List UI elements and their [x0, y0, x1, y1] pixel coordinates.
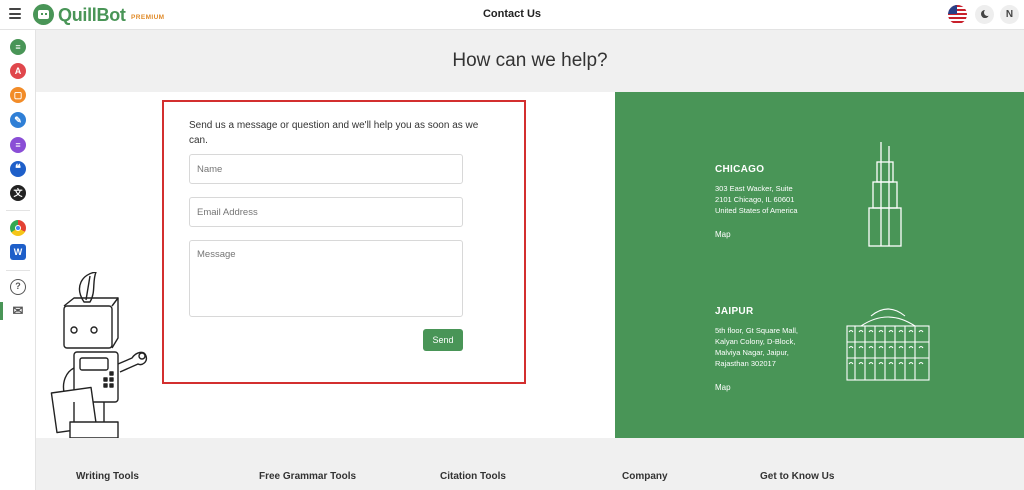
word-addin-icon[interactable]: W [10, 244, 26, 260]
chrome-extension-icon[interactable] [10, 220, 26, 236]
moon-icon [981, 9, 991, 18]
contact-mail-icon[interactable]: ✉ [10, 303, 26, 319]
email-input[interactable] [189, 197, 463, 227]
footer: Writing Tools Free Grammar Tools Citatio… [36, 438, 1024, 490]
chicago-tower-icon [868, 142, 902, 247]
address-line: 5th floor, Gt Square Mall, [715, 326, 798, 335]
offices-panel: CHICAGO 303 East Wacker, Suite 2101 Chic… [615, 92, 1024, 438]
footer-writing-tools[interactable]: Writing Tools [76, 471, 139, 482]
footer-citation-tools[interactable]: Citation Tools [440, 471, 506, 482]
paraphraser-icon[interactable]: ≡ [10, 39, 26, 55]
address-line: 303 East Wacker, Suite [715, 184, 793, 193]
co-writer-icon[interactable]: ✎ [10, 112, 26, 128]
us-flag-language-icon[interactable] [948, 5, 967, 24]
address-line: 2101 Chicago, IL 60601 [715, 195, 795, 204]
office-chicago: CHICAGO 303 East Wacker, Suite 2101 Chic… [715, 164, 815, 239]
citation-generator-icon[interactable]: ❝ [10, 161, 26, 177]
office-city: JAIPUR [715, 306, 754, 317]
office-jaipur: JAIPUR 5th floor, Gt Square Mall, Kalyan… [715, 306, 815, 392]
sidebar-active-indicator [0, 302, 3, 320]
office-address: 303 East Wacker, Suite 2101 Chicago, IL … [715, 183, 815, 216]
send-button[interactable]: Send [423, 329, 463, 351]
contact-form-highlight: Send us a message or question and we'll … [162, 100, 526, 384]
chicago-map-link[interactable]: Map [715, 230, 815, 239]
address-line: Rajasthan 302017 [715, 359, 776, 368]
robot-mascot-illustration [50, 272, 148, 438]
sidebar-divider [6, 270, 30, 271]
hawa-mahal-icon [846, 308, 930, 381]
hero-title: How can we help? [452, 50, 608, 71]
contact-form-panel: Send us a message or question and we'll … [36, 92, 615, 438]
address-line: United States of America [715, 206, 798, 215]
address-line: Malviya Nagar, Jaipur, [715, 348, 789, 357]
grammar-checker-icon[interactable]: A [10, 63, 26, 79]
name-input[interactable] [189, 154, 463, 184]
sidebar-divider [6, 210, 30, 211]
form-intro-text: Send us a message or question and we'll … [189, 120, 479, 146]
summarizer-icon[interactable]: ≡ [10, 137, 26, 153]
message-textarea[interactable] [189, 240, 463, 317]
translator-icon[interactable]: 文 [10, 185, 26, 201]
office-address: 5th floor, Gt Square Mall, Kalyan Colony… [715, 325, 815, 369]
user-avatar[interactable]: N [1000, 5, 1019, 24]
dark-mode-toggle[interactable] [975, 5, 994, 24]
help-icon[interactable]: ? [10, 279, 26, 295]
top-bar: QuillBot PREMIUM Contact Us N [0, 0, 1024, 30]
footer-free-grammar-tools[interactable]: Free Grammar Tools [259, 471, 356, 482]
address-line: Kalyan Colony, D-Block, [715, 337, 796, 346]
page-title: Contact Us [482, 8, 542, 20]
jaipur-map-link[interactable]: Map [715, 383, 815, 392]
plagiarism-checker-icon[interactable]: ▢ [10, 87, 26, 103]
sidebar: ≡ A ▢ ✎ ≡ ❝ 文 W ? ✉ [0, 30, 36, 490]
hero-band: How can we help? [36, 30, 1024, 92]
footer-get-to-know-us[interactable]: Get to Know Us [760, 471, 834, 482]
footer-company[interactable]: Company [622, 471, 668, 482]
office-city: CHICAGO [715, 164, 765, 175]
